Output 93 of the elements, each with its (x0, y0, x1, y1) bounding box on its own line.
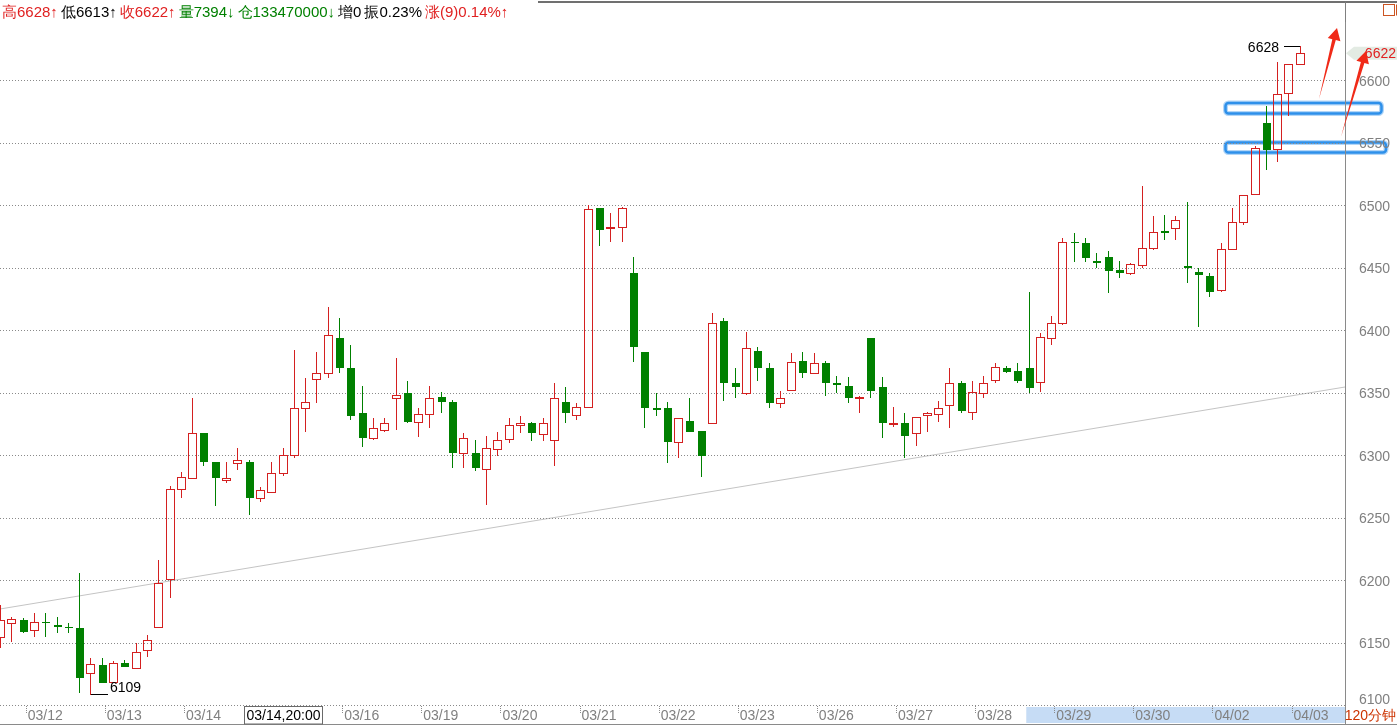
quote-value: 振0.23% (364, 2, 422, 21)
candlestick (392, 357, 401, 431)
date-axis-label: 03/19 (423, 707, 459, 723)
candlestick (606, 212, 615, 243)
candlestick (1082, 237, 1090, 263)
price-axis-label: 6450 (1359, 260, 1391, 277)
candlestick (945, 367, 954, 429)
candlestick (732, 367, 740, 399)
candlestick (1126, 264, 1135, 274)
date-axis-label: 03/22 (660, 707, 696, 723)
candlestick (1206, 272, 1214, 298)
leader-line (90, 694, 109, 695)
candlestick (132, 642, 141, 669)
quote-value: 量7394↓ (178, 2, 235, 21)
candlestick (596, 207, 604, 247)
date-axis-label: 03/28 (977, 707, 1013, 723)
date-axis-label: 03/16 (344, 707, 380, 723)
date-axis-label: 03/21 (581, 707, 617, 723)
high-price-label: 6628 (1247, 39, 1279, 55)
quote-value: 涨(9)0.14%↑ (425, 2, 509, 21)
quote-value: 增0 (338, 2, 362, 21)
price-axis-label: 6400 (1359, 322, 1391, 339)
date-axis-label: 03/23 (739, 707, 775, 723)
price-axis-label: 6300 (1359, 447, 1391, 464)
candlestick (414, 407, 423, 438)
candlestick (472, 439, 480, 472)
candlestick (99, 657, 107, 684)
candlestick (1273, 61, 1282, 163)
quote-value: 高6628↑ (2, 2, 58, 21)
date-axis-label: 03/27 (898, 707, 934, 723)
candlestick (550, 382, 559, 467)
candlestick (212, 461, 220, 507)
cursor-time-label: 03/14,20:00 (244, 706, 323, 725)
date-axis-label: 04/02 (1214, 707, 1250, 723)
candlestick (686, 397, 694, 433)
low-price-label: 6109 (110, 679, 142, 695)
candlestick (233, 447, 242, 471)
price-axis-label: 6550 (1359, 135, 1391, 152)
price-axis-label: 6150 (1359, 635, 1391, 652)
price-axis-label: 6600 (1359, 72, 1391, 89)
date-axis-label: 03/20 (502, 707, 538, 723)
candlestick (845, 376, 853, 404)
candlestick (482, 435, 491, 506)
candlestick (188, 397, 197, 479)
candlestick (923, 412, 932, 433)
date-axis-label: 03/14 (185, 707, 221, 723)
candlestick (822, 360, 830, 397)
period-label: 120分钟 (1344, 707, 1396, 723)
candlestick (901, 412, 909, 459)
date-axis-label: 03/12 (27, 707, 63, 723)
candlestick (742, 331, 751, 394)
price-axis-label: 6350 (1359, 385, 1391, 402)
candlestick (562, 386, 570, 424)
candlestick (799, 351, 807, 379)
candlestick (438, 391, 446, 414)
candlestick (459, 432, 468, 469)
candlestick (539, 417, 548, 442)
date-axis-label: 04/03 (1293, 707, 1329, 723)
candlestick (618, 207, 627, 243)
quote-value: 仓133470000↓ (237, 2, 336, 21)
candlestick (912, 416, 921, 447)
candlestick (653, 392, 661, 417)
square-icon[interactable] (1383, 4, 1397, 17)
quote-value: 低6613↑ (60, 2, 117, 21)
candlestick (754, 346, 762, 382)
candlestick (528, 421, 536, 442)
candlestick (810, 352, 819, 374)
candlestick (708, 312, 717, 424)
candlestick (86, 657, 95, 696)
candlestick (312, 351, 321, 404)
candlestick (425, 385, 434, 429)
price-axis-label: 6500 (1359, 197, 1391, 214)
price-axis-label: 6200 (1359, 572, 1391, 589)
candlestick (1014, 362, 1022, 384)
candlestick (369, 417, 378, 439)
date-axis-label: 03/13 (106, 707, 142, 723)
candlestick (1228, 207, 1237, 251)
last-price-tag: 6622 (1346, 44, 1397, 61)
candlestick (1026, 291, 1034, 394)
price-axis-label: 6250 (1359, 510, 1391, 527)
candlestick (1195, 267, 1203, 328)
candlestick (674, 417, 683, 459)
leader-line (1283, 46, 1301, 47)
candlestick (1149, 215, 1158, 249)
quote-value: 收6622↑ (119, 2, 176, 21)
date-axis-label: 03/29 (1056, 707, 1092, 723)
price-axis-label: 6100 (1359, 691, 1391, 707)
candlestick (1284, 64, 1293, 117)
date-axis-label: 03/26 (818, 707, 854, 723)
candlestick (1217, 242, 1226, 292)
candlestick (301, 377, 310, 433)
candlestick (1105, 250, 1113, 294)
date-axis-label: 03/30 (1135, 707, 1171, 723)
